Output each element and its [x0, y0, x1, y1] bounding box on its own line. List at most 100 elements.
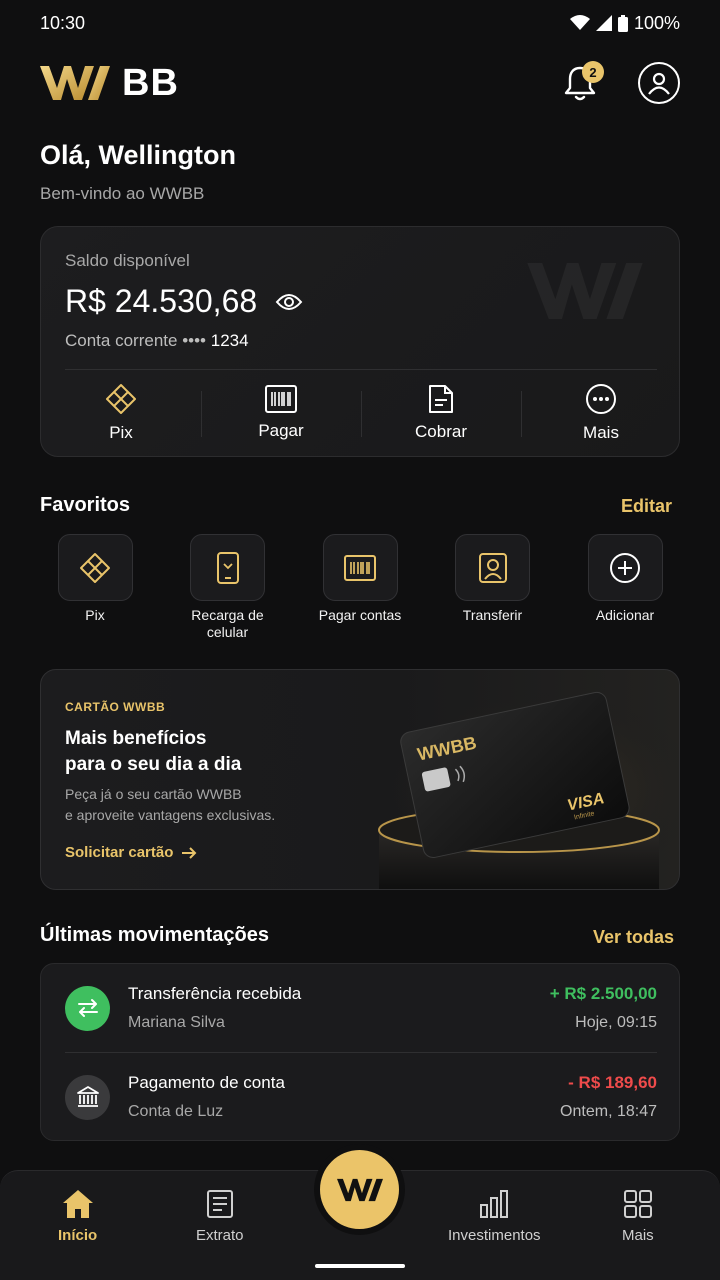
- favorites-title: Favoritos: [40, 494, 131, 516]
- phone-icon: [216, 551, 239, 584]
- eye-icon[interactable]: [275, 292, 303, 312]
- status-icons: 100%: [569, 12, 680, 34]
- app-header: BB 2: [40, 58, 680, 108]
- promo-title-line: Mais benefícios: [65, 728, 207, 749]
- favorite-icon-box: [587, 534, 663, 601]
- status-time: 10:30: [40, 12, 86, 33]
- wifi-icon: [569, 15, 590, 30]
- more-icon: [586, 384, 616, 414]
- transaction-row[interactable]: Transferência recebida Mariana Silva + R…: [65, 964, 657, 1052]
- ww-logo-icon: [336, 1178, 383, 1201]
- see-all-link[interactable]: Ver todas: [593, 927, 674, 948]
- nav-item-inicio[interactable]: Início: [58, 1189, 97, 1244]
- transaction-subtitle: Mariana Silva: [128, 1014, 225, 1031]
- favorite-adicionar[interactable]: Adicionar: [570, 534, 680, 641]
- favorite-label: Transferir: [462, 607, 523, 623]
- card-promo-banner[interactable]: CARTÃO WWBB Mais benefícios para o seu d…: [40, 669, 680, 890]
- credit-card-illustration: WWBB VISA Infinite: [378, 690, 679, 889]
- request-card-link[interactable]: Solicitar cartão: [65, 844, 197, 861]
- ww-watermark-icon: [527, 263, 643, 319]
- quick-action-mais[interactable]: Mais: [521, 377, 681, 449]
- signal-icon: [595, 15, 612, 31]
- account-info: Conta corrente •••• 1234: [65, 331, 249, 351]
- statement-icon: [206, 1190, 233, 1218]
- promo-desc-line: e aproveite vantagens exclusivas.: [65, 807, 276, 823]
- document-icon: [429, 385, 453, 413]
- promo-title: Mais benefícios para o seu dia a dia: [65, 726, 325, 778]
- favorite-pix[interactable]: Pix: [40, 534, 150, 641]
- transaction-details: Transferência recebida Mariana Silva: [128, 984, 550, 1032]
- favorite-pagar-contas[interactable]: Pagar contas: [305, 534, 415, 641]
- balance-card: Saldo disponível R$ 24.530,68 Conta corr…: [40, 226, 680, 457]
- favorite-icon-box: [190, 534, 265, 601]
- home-indicator[interactable]: [315, 1264, 405, 1268]
- transaction-meta: + R$ 2.500,00 Hoje, 09:15: [550, 984, 657, 1032]
- favorites-edit-link[interactable]: Editar: [621, 496, 672, 517]
- quick-action-pix[interactable]: Pix: [41, 377, 201, 449]
- home-icon: [62, 1190, 93, 1218]
- status-bar: 10:30 100%: [0, 0, 720, 46]
- quick-actions: Pix Pagar Cobrar Mais: [41, 377, 681, 449]
- battery-icon: [617, 14, 628, 32]
- user-icon: [648, 72, 670, 95]
- profile-button[interactable]: [638, 62, 680, 104]
- balance-label: Saldo disponível: [65, 251, 190, 270]
- promo-tag: CARTÃO WWBB: [65, 700, 166, 714]
- transfer-arrows-icon: [65, 985, 110, 1031]
- nav-item-investimentos[interactable]: Investimentos: [448, 1189, 541, 1244]
- header-actions: 2: [560, 61, 680, 104]
- ww-logo-icon: [40, 66, 110, 100]
- nav-label: Extrato: [196, 1227, 244, 1244]
- transaction-title: Pagamento de conta: [128, 1073, 285, 1092]
- favorite-label: Adicionar: [595, 607, 655, 623]
- transaction-subtitle: Conta de Luz: [128, 1103, 224, 1120]
- promo-cta-label: Solicitar cartão: [65, 844, 174, 861]
- transaction-time: Hoje, 09:15: [575, 1014, 657, 1031]
- promo-desc-line: Peça já o seu cartão WWBB: [65, 786, 242, 802]
- bar-chart-icon: [480, 1190, 509, 1218]
- favorite-label: Pagar contas: [318, 607, 402, 623]
- bank-icon: [65, 1074, 110, 1120]
- favorite-label: Recarga de celular: [191, 607, 264, 640]
- account-number: 1234: [210, 331, 249, 350]
- favorite-recarga[interactable]: Recarga de celular: [173, 534, 283, 641]
- grid-icon: [623, 1190, 652, 1218]
- favorite-icon-box: [455, 534, 530, 601]
- logo-text: BB: [122, 61, 179, 104]
- barcode-icon: [344, 554, 376, 581]
- plus-icon: [610, 552, 640, 583]
- barcode-icon: [265, 385, 297, 413]
- quick-action-pagar[interactable]: Pagar: [201, 377, 361, 449]
- nav-item-extrato[interactable]: Extrato: [196, 1189, 244, 1244]
- balance-value: R$ 24.530,68: [65, 283, 258, 319]
- promo-title-line: para o seu dia a dia: [65, 754, 242, 775]
- app-logo: BB: [40, 62, 179, 105]
- quick-action-cobrar[interactable]: Cobrar: [361, 377, 521, 449]
- quick-action-label: Cobrar: [415, 422, 467, 441]
- nav-label: Mais: [622, 1227, 654, 1244]
- favorite-icon-box: [57, 534, 133, 601]
- card-divider: [65, 369, 657, 370]
- transactions-title: Últimas movimentações: [40, 924, 269, 946]
- transactions-list: Transferência recebida Mariana Silva + R…: [40, 963, 680, 1141]
- battery-level: 100%: [633, 12, 680, 33]
- nav-item-mais[interactable]: Mais: [622, 1189, 654, 1244]
- transaction-amount: + R$ 2.500,00: [549, 984, 657, 1003]
- transaction-time: Ontem, 18:47: [560, 1103, 657, 1120]
- transaction-row[interactable]: Pagamento de conta Conta de Luz - R$ 189…: [65, 1053, 657, 1141]
- notifications-button[interactable]: 2: [560, 61, 604, 103]
- account-mask: ••••: [182, 331, 206, 350]
- notification-badge: 2: [582, 61, 604, 83]
- nav-label: Início: [58, 1227, 98, 1244]
- favorite-icon-box: [322, 534, 398, 601]
- transaction-amount: - R$ 189,60: [568, 1073, 657, 1092]
- quick-action-label: Mais: [583, 423, 619, 442]
- nav-label: Investimentos: [448, 1227, 541, 1244]
- favorite-transferir[interactable]: Transferir: [438, 534, 548, 641]
- transaction-title: Transferência recebida: [128, 984, 302, 1003]
- center-home-button[interactable]: [320, 1150, 399, 1229]
- quick-action-label: Pix: [109, 423, 133, 442]
- account-label: Conta corrente: [65, 331, 178, 350]
- transaction-meta: - R$ 189,60 Ontem, 18:47: [560, 1073, 657, 1121]
- greeting-subtitle: Bem-vindo ao WWBB: [40, 184, 205, 203]
